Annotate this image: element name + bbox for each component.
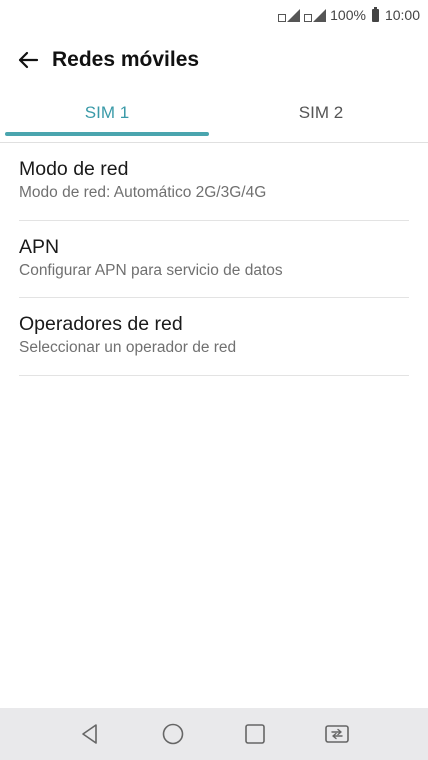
status-bar: 100% 10:00: [0, 0, 428, 30]
back-triangle-icon[interactable]: [76, 722, 104, 746]
apn-item[interactable]: APN Configurar APN para servicio de dato…: [19, 221, 409, 298]
apn-summary: Configurar APN para servicio de datos: [19, 261, 283, 279]
network-mode-title: Modo de red: [19, 158, 129, 180]
sim2-signal-icon: [304, 8, 327, 22]
network-operators-item[interactable]: Operadores de red Seleccionar un operado…: [19, 298, 409, 376]
network-operators-title: Operadores de red: [19, 313, 183, 335]
settings-list: Modo de red Modo de red: Automático 2G/3…: [0, 143, 428, 376]
sim1-signal-icon: [278, 8, 301, 22]
tab-sim-1[interactable]: SIM 1: [0, 92, 214, 142]
network-operators-summary: Seleccionar un operador de red: [19, 339, 237, 356]
network-mode-summary: Modo de red: Automático 2G/3G/4G: [19, 184, 267, 201]
page-title: Redes móviles: [52, 48, 200, 71]
battery-percent: 100%: [330, 7, 366, 23]
arrow-left-icon[interactable]: [0, 38, 52, 82]
recents-square-icon[interactable]: [241, 722, 269, 746]
home-circle-icon[interactable]: [159, 722, 187, 746]
clock: 10:00: [384, 7, 420, 23]
battery-icon: [371, 6, 379, 22]
dual-window-icon[interactable]: [323, 722, 351, 746]
apn-title: APN: [19, 235, 60, 258]
app-bar: Redes móviles: [0, 38, 428, 82]
navigation-bar: [0, 708, 428, 760]
sim-tabs: SIM 1 SIM 2: [0, 92, 428, 142]
network-mode-item[interactable]: Modo de red Modo de red: Automático 2G/3…: [19, 143, 409, 221]
tab-sim-2[interactable]: SIM 2: [214, 92, 428, 142]
